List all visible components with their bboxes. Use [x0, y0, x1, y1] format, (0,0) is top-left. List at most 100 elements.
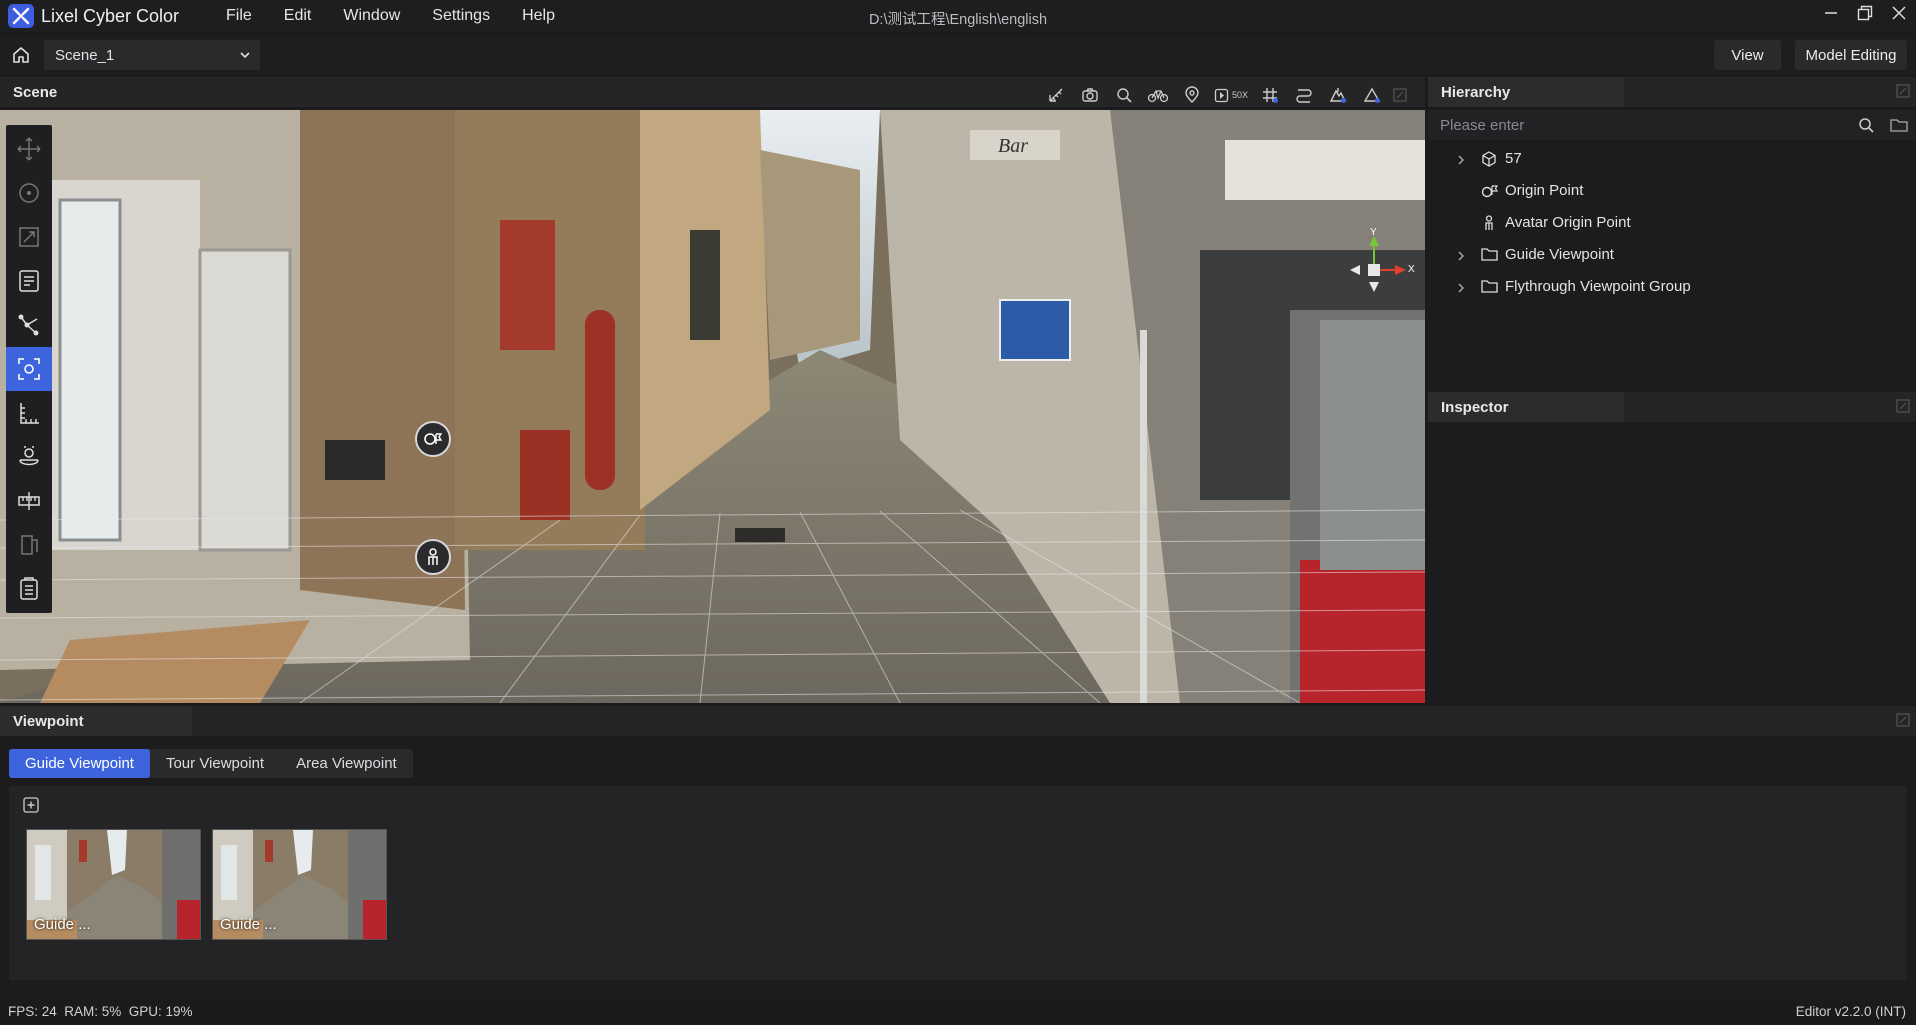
- clipboard-icon[interactable]: [6, 567, 52, 611]
- polyline-icon[interactable]: [6, 303, 52, 347]
- performance-metrics: FPS: 24 RAM: 5% GPU: 19%: [8, 1004, 193, 1019]
- menu-window[interactable]: Window: [327, 0, 416, 32]
- ruler-icon[interactable]: [6, 479, 52, 523]
- scene-select-value: Scene_1: [55, 46, 115, 64]
- add-viewpoint-icon[interactable]: [23, 797, 39, 817]
- tree-item-label: Flythrough Viewpoint Group: [1505, 278, 1691, 295]
- menu-bar: File Edit Window Settings Help: [210, 0, 571, 32]
- inspector-panel-header: Inspector: [1428, 392, 1916, 422]
- tree-item-label: Avatar Origin Point: [1505, 214, 1631, 231]
- search-icon[interactable]: [1858, 117, 1874, 137]
- model-editing-button[interactable]: Model Editing: [1795, 40, 1907, 70]
- scene-select[interactable]: Scene_1: [44, 40, 260, 70]
- bicycle-icon[interactable]: [1141, 85, 1175, 105]
- tree-item-label: Origin Point: [1505, 182, 1584, 199]
- close-icon[interactable]: [1882, 0, 1916, 26]
- chevron-down-icon: [238, 48, 252, 66]
- tree-item-57[interactable]: 57: [1428, 143, 1916, 175]
- menu-help[interactable]: Help: [506, 0, 571, 32]
- thumbnail-label: Guide ...: [34, 916, 91, 933]
- home-icon[interactable]: [8, 43, 34, 67]
- scene-panel-header: Scene 50X: [0, 77, 1425, 107]
- menu-edit[interactable]: Edit: [268, 0, 328, 32]
- scale-icon[interactable]: [6, 215, 52, 259]
- path-icon[interactable]: [1287, 85, 1321, 105]
- annotation-icon[interactable]: [6, 259, 52, 303]
- viewpoint-panel-header: Viewpoint: [0, 706, 1916, 736]
- scene-toolbar: 50X: [1039, 85, 1411, 105]
- measure-icon[interactable]: [6, 391, 52, 435]
- speed-label: 50X: [1231, 90, 1248, 100]
- hierarchy-search-input[interactable]: [1428, 110, 1848, 140]
- title-bar: Lixel Cyber Color File Edit Window Setti…: [0, 0, 1916, 32]
- scene-render: Bar: [0, 110, 1425, 703]
- camera-icon[interactable]: [1073, 85, 1107, 105]
- viewpoint-list: Guide ... Guide ...: [9, 786, 1907, 980]
- cube-icon: [1481, 151, 1497, 171]
- thumbnail-label: Guide ...: [220, 916, 277, 933]
- measure-icon[interactable]: [1355, 85, 1389, 105]
- terrain-icon[interactable]: [1321, 85, 1355, 105]
- lixel-logo-icon: [8, 4, 34, 28]
- folder-open-icon[interactable]: [1890, 117, 1908, 137]
- maximize-icon[interactable]: [1896, 713, 1910, 731]
- menu-file[interactable]: File: [210, 0, 268, 32]
- move-icon[interactable]: [6, 127, 52, 171]
- status-bar: FPS: 24 RAM: 5% GPU: 19% Editor v2.2.0 (…: [0, 1000, 1916, 1025]
- viewpoint-tabs: Guide Viewpoint Tour Viewpoint Area View…: [9, 749, 413, 778]
- viewpoint-thumbnail[interactable]: Guide ...: [26, 829, 201, 940]
- hierarchy-panel-header: Hierarchy: [1428, 77, 1916, 107]
- grid-icon[interactable]: [1253, 85, 1287, 105]
- ruler-icon[interactable]: [1039, 85, 1073, 105]
- inspector-body: [1428, 422, 1916, 703]
- avatar-origin-marker[interactable]: [415, 539, 451, 575]
- hierarchy-panel-title: Hierarchy: [1441, 84, 1511, 101]
- tree-item-guide-viewpoint[interactable]: Guide Viewpoint: [1428, 239, 1916, 271]
- tree-item-flythrough-viewpoint-group[interactable]: Flythrough Viewpoint Group: [1428, 271, 1916, 303]
- tab-guide-viewpoint[interactable]: Guide Viewpoint: [9, 749, 150, 778]
- avatar-icon[interactable]: [6, 435, 52, 479]
- inspector-panel-title: Inspector: [1441, 399, 1509, 416]
- window-controls: [1814, 0, 1916, 32]
- menu-settings[interactable]: Settings: [416, 0, 506, 32]
- view-button[interactable]: View: [1714, 40, 1781, 70]
- gizmo-x-label: X: [1408, 264, 1415, 275]
- viewpoint-panel-title: Viewpoint: [13, 713, 84, 730]
- focus-icon[interactable]: [6, 347, 52, 391]
- editor-version: Editor v2.2.0 (INT): [1795, 1004, 1906, 1019]
- maximize-icon[interactable]: [1389, 85, 1411, 105]
- avatar-icon: [1481, 215, 1497, 235]
- minimize-icon[interactable]: [1814, 0, 1848, 26]
- maximize-icon[interactable]: [1896, 84, 1910, 102]
- orientation-gizmo[interactable]: Y X: [1340, 227, 1416, 302]
- chevron-right-icon[interactable]: [1456, 281, 1466, 298]
- gizmo-y-label: Y: [1370, 227, 1377, 238]
- hierarchy-search: [1428, 110, 1916, 140]
- origin-point-marker[interactable]: [415, 421, 451, 457]
- tree-item-label: Guide Viewpoint: [1505, 246, 1614, 263]
- top-toolbar: Scene_1 View Model Editing: [0, 36, 1916, 74]
- scene-panel-title: Scene: [13, 84, 58, 101]
- folder-icon: [1481, 279, 1498, 298]
- chevron-right-icon[interactable]: [1456, 153, 1466, 170]
- maximize-icon[interactable]: [1896, 399, 1910, 417]
- tab-area-viewpoint[interactable]: Area Viewpoint: [280, 749, 413, 778]
- scene-viewport[interactable]: Bar Y X: [0, 110, 1425, 703]
- tree-item-avatar-origin-point[interactable]: Avatar Origin Point: [1428, 207, 1916, 239]
- tree-item-origin-point[interactable]: Origin Point: [1428, 175, 1916, 207]
- tab-tour-viewpoint[interactable]: Tour Viewpoint: [150, 749, 280, 778]
- speed-icon[interactable]: 50X: [1209, 85, 1253, 105]
- tree-item-label: 57: [1505, 150, 1522, 167]
- svg-text:Bar: Bar: [998, 135, 1028, 157]
- chevron-right-icon[interactable]: [1456, 249, 1466, 266]
- search-icon[interactable]: [1107, 85, 1141, 105]
- rotate-icon[interactable]: [6, 171, 52, 215]
- folder-icon: [1481, 247, 1498, 266]
- origin-icon: [1481, 183, 1499, 203]
- app-name: Lixel Cyber Color: [41, 6, 180, 26]
- section-icon[interactable]: [6, 523, 52, 567]
- viewpoint-thumbnail[interactable]: Guide ...: [212, 829, 387, 940]
- location-pin-icon[interactable]: [1175, 85, 1209, 105]
- restore-icon[interactable]: [1848, 0, 1882, 26]
- left-toolbar: [6, 125, 52, 613]
